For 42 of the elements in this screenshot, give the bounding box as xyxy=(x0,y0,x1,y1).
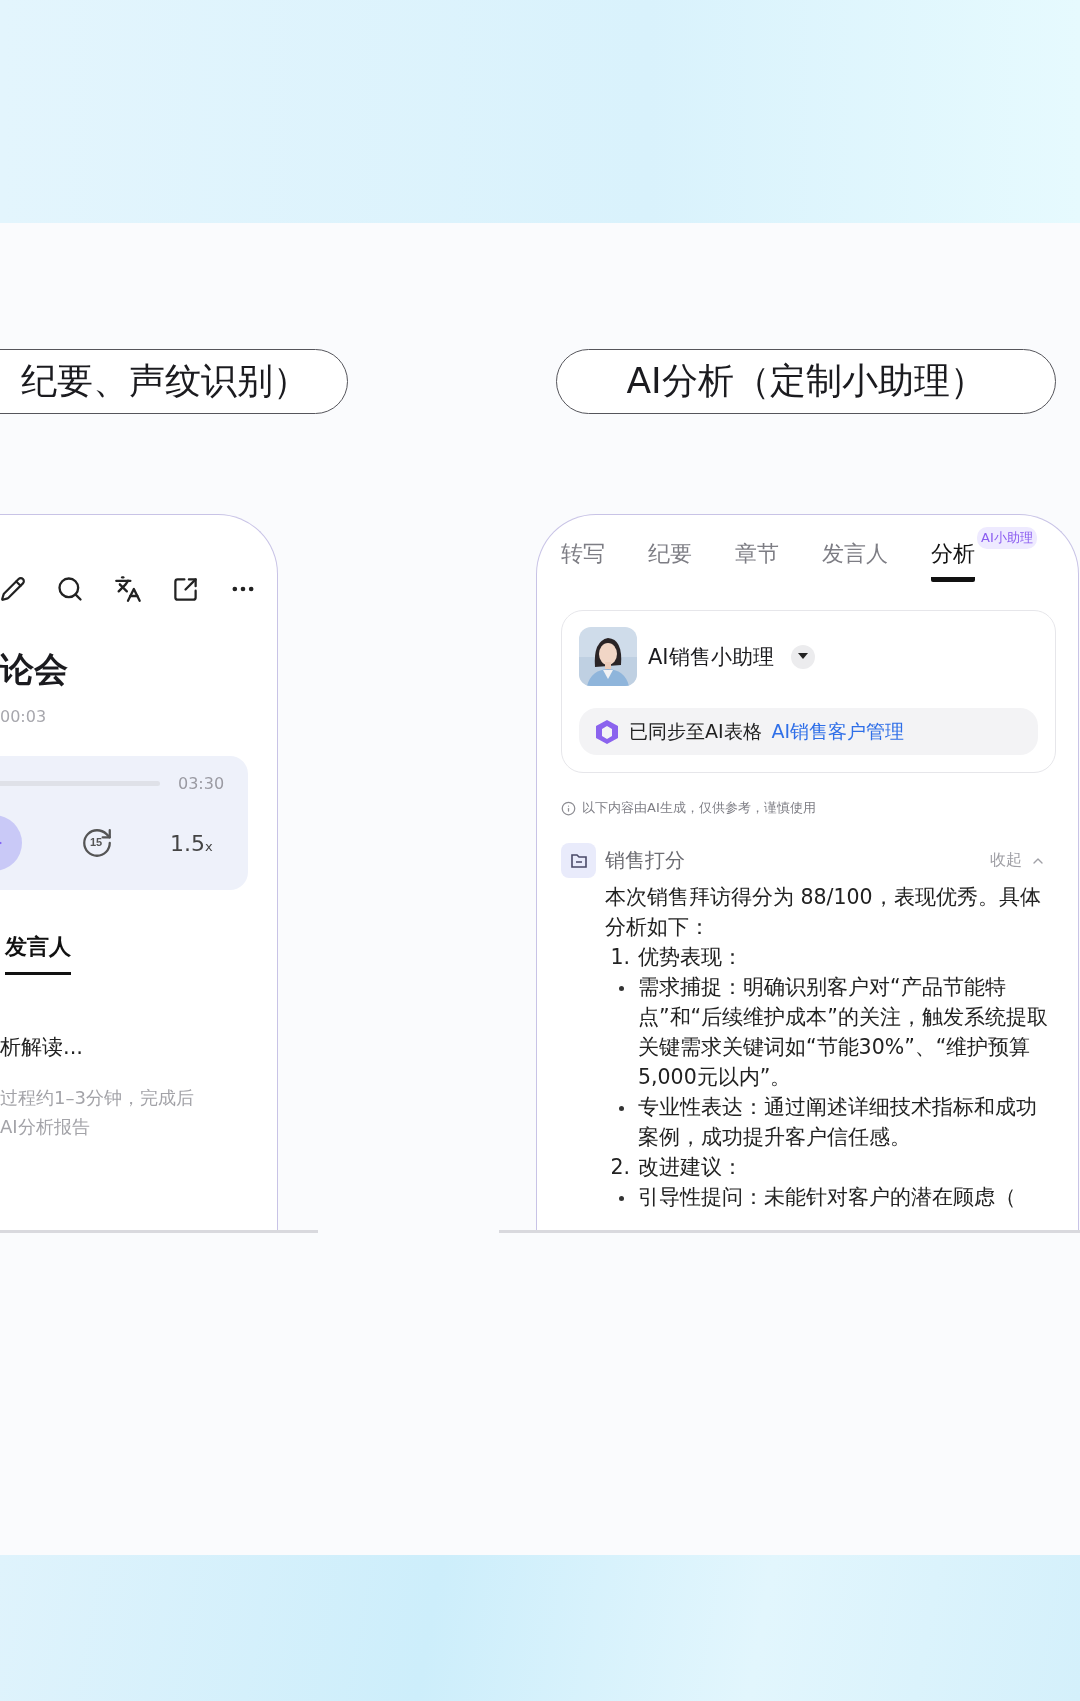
duration-text: 03:30 xyxy=(178,774,225,793)
list-item: 专业性表达：通过阐述详细技术指标和成功案例，成功提升客户信任感。 xyxy=(638,1094,1038,1151)
recording-time: 00:03 xyxy=(0,707,48,726)
disclaimer-text: 以下内容由AI生成，仅供参考，谨慎使用 xyxy=(582,799,816,817)
table-link[interactable]: AI销售客户管理 xyxy=(771,718,905,745)
cube-icon xyxy=(595,718,619,745)
list-number: 2. xyxy=(609,1154,631,1181)
badge: AI小助理 xyxy=(977,527,1037,549)
tab[interactable]: 章节 xyxy=(735,533,779,582)
list-number: 1. xyxy=(609,944,631,971)
tab[interactable]: 纪要 xyxy=(648,533,692,582)
assistant-name: AI销售小助理 xyxy=(648,643,774,671)
recording-title: 论会 xyxy=(0,648,69,691)
list-item: 优势表现： xyxy=(638,944,744,971)
folder-icon xyxy=(561,843,596,878)
bullet-icon xyxy=(619,1195,624,1201)
tab[interactable]: 发言人 xyxy=(822,533,888,582)
section-heading: 销售打分 xyxy=(605,847,686,874)
list-item: 引导性提问：未能针对客户的潜在顾虑（ xyxy=(638,1184,1017,1211)
edit-icon[interactable] xyxy=(0,576,26,602)
section-title: 纪要、声纹识别） xyxy=(0,349,348,414)
list-item: 需求捕捉：明确识别客户对“产品节能特点”和“后续维护成本”的关注，触发系统提取关键需求关键词如“节能30%”、“维护预算5,000元以内”。 xyxy=(638,974,1049,1091)
tab[interactable]: 分析 xyxy=(931,533,975,582)
speed-button[interactable]: 1.5x xyxy=(170,830,213,856)
info-icon xyxy=(561,800,576,816)
paragraph: 本次销售拜访得分为 88/100，表现优秀。具体分析如下： xyxy=(605,884,1042,941)
search-icon[interactable] xyxy=(56,575,84,603)
translate-icon[interactable] xyxy=(114,575,142,603)
caret-down-icon xyxy=(797,653,808,660)
bullet-icon xyxy=(619,1105,624,1111)
hint-text: 过程约1–3分钟，完成后 AI分析报告 xyxy=(0,1086,195,1139)
bullet-icon xyxy=(619,985,624,991)
collapse-button[interactable]: 收起 xyxy=(990,850,1056,871)
section-title: AI分析（定制小助理） xyxy=(556,349,1056,414)
tab[interactable]: 转写 xyxy=(561,533,605,582)
skip-button[interactable]: 15 xyxy=(80,826,114,860)
sync-text: 已同步至AI表格 xyxy=(629,718,762,744)
status-text: 析解读... xyxy=(0,1034,85,1061)
dropdown-button[interactable] xyxy=(790,644,815,669)
share-icon[interactable] xyxy=(172,575,199,603)
tab[interactable]: 发言人 xyxy=(5,932,71,975)
list-item: 改进建议： xyxy=(638,1154,744,1181)
